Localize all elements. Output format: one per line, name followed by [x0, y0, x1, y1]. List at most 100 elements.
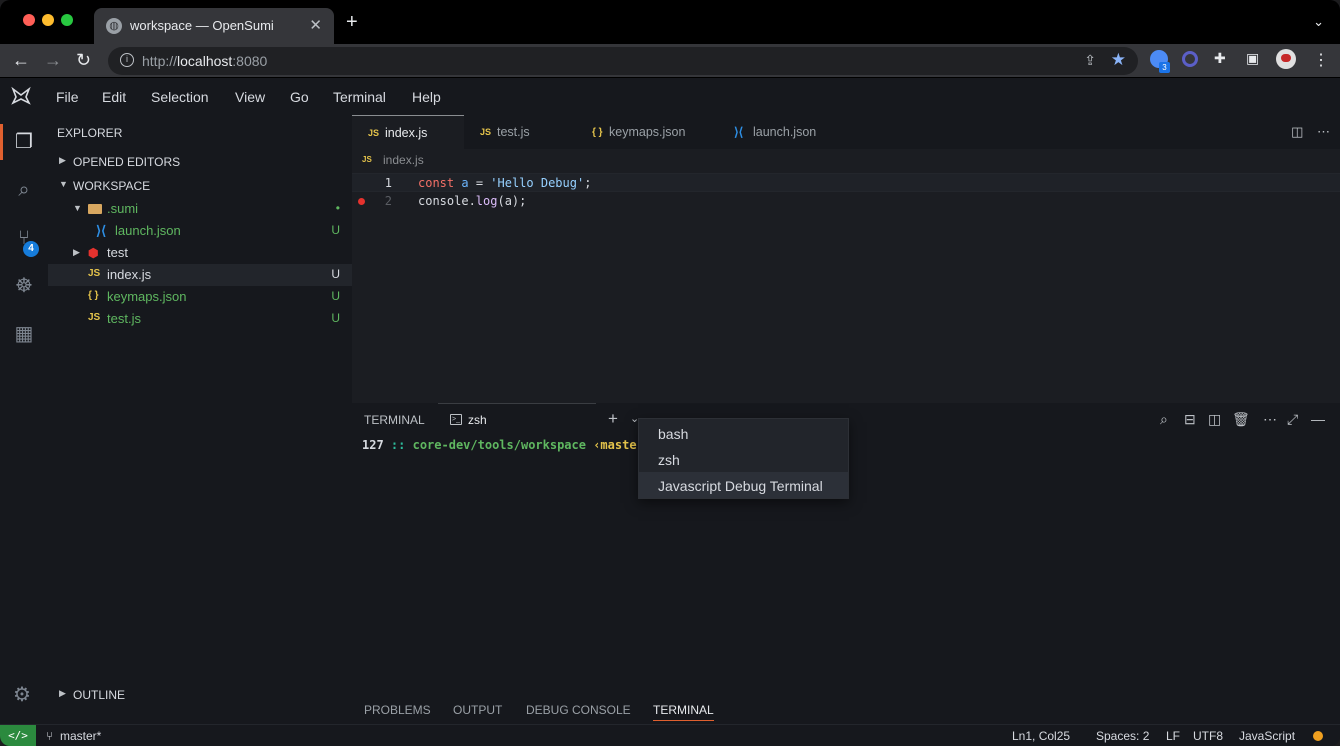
- active-indicator: [0, 124, 3, 160]
- status-bar: </> ⑂ master* Ln1, Col25 Spaces: 2 LF UT…: [0, 724, 1340, 746]
- tab-terminal[interactable]: TERMINAL: [653, 703, 714, 721]
- tab-debug-console[interactable]: DEBUG CONSOLE: [526, 703, 631, 717]
- new-tab-button[interactable]: +: [346, 12, 358, 32]
- code-text: const a = 'Hello Debug';: [418, 176, 591, 190]
- extension-ring-icon[interactable]: [1182, 51, 1198, 67]
- close-window-button[interactable]: [23, 14, 35, 26]
- site-info-icon[interactable]: i: [120, 53, 134, 67]
- more-actions-icon[interactable]: ⋯: [1263, 411, 1277, 428]
- side-panel-icon[interactable]: ▣: [1246, 50, 1259, 67]
- tree-file-launch-json[interactable]: ⟩⟨ launch.json U: [48, 220, 352, 242]
- clear-terminal-icon[interactable]: ⊟: [1184, 411, 1196, 428]
- share-icon[interactable]: ⇪: [1084, 52, 1096, 69]
- trash-icon[interactable]: 🗑: [1232, 411, 1250, 428]
- menu-edit[interactable]: Edit: [102, 89, 126, 105]
- remote-indicator[interactable]: </>: [0, 725, 36, 746]
- tab-index-js[interactable]: JS index.js: [352, 115, 464, 149]
- terminal-prompt[interactable]: 127 :: core-dev/tools/workspace ‹master›: [362, 438, 651, 452]
- bookmark-star-icon[interactable]: ★: [1111, 50, 1126, 70]
- tab-keymaps-json[interactable]: { } keymaps.json: [576, 115, 718, 149]
- encoding[interactable]: UTF8: [1193, 729, 1223, 743]
- debug-icon[interactable]: ☸: [12, 274, 36, 298]
- prompt-path: core-dev/tools/workspace: [412, 438, 586, 452]
- opened-editors-section[interactable]: ▶ OPENED EDITORS: [48, 151, 352, 173]
- workspace-label: WORKSPACE: [73, 179, 151, 193]
- split-editor-icon[interactable]: ◫: [1291, 124, 1303, 139]
- profile-avatar[interactable]: [1276, 49, 1296, 69]
- menu-help[interactable]: Help: [412, 89, 441, 105]
- browser-tab[interactable]: ◍ workspace — OpenSumi ✕: [94, 8, 334, 44]
- tree-file-index-js[interactable]: JS index.js U: [48, 264, 352, 286]
- tab-test-js[interactable]: JS test.js: [464, 115, 576, 149]
- tab-problems[interactable]: PROBLEMS: [364, 703, 431, 717]
- code-line[interactable]: 1 const a = 'Hello Debug';: [352, 173, 1340, 192]
- tab-close-icon[interactable]: ✕: [309, 16, 322, 34]
- tab-launch-json[interactable]: ⟩⟨ launch.json: [718, 115, 848, 149]
- chevron-right-icon: ▶: [59, 688, 66, 698]
- cursor-position[interactable]: Ln1, Col25: [1012, 729, 1070, 743]
- language-mode[interactable]: JavaScript: [1239, 729, 1295, 743]
- dropdown-item-zsh[interactable]: zsh: [639, 446, 848, 472]
- extensions-icon[interactable]: ▦: [12, 322, 36, 346]
- maximize-panel-icon[interactable]: ⤢: [1287, 411, 1298, 428]
- panel-title: TERMINAL: [364, 413, 425, 427]
- extension-badge: 3: [1159, 62, 1170, 73]
- back-button[interactable]: ←: [12, 50, 30, 70]
- terminal-icon: >_: [450, 414, 462, 425]
- browser-toolbar: ← → ↻ i http://localhost:8080 ⇪ ★ 3 ✚ ▣ …: [0, 44, 1340, 78]
- settings-gear-icon[interactable]: ⚙: [13, 682, 31, 707]
- tree-item-label: test: [107, 245, 128, 260]
- minimize-window-button[interactable]: [42, 14, 54, 26]
- extensions-puzzle-icon[interactable]: ✚: [1214, 50, 1226, 67]
- reload-button[interactable]: ↻: [76, 50, 91, 70]
- tree-file-keymaps-json[interactable]: { } keymaps.json U: [48, 286, 352, 308]
- indentation[interactable]: Spaces: 2: [1096, 729, 1149, 743]
- terminal-type-dropdown: bash zsh Javascript Debug Terminal: [638, 418, 849, 499]
- git-status: U: [331, 267, 340, 281]
- explorer-files-icon[interactable]: ❐: [12, 130, 36, 154]
- split-terminal-icon[interactable]: ◫: [1208, 411, 1221, 428]
- tab-output[interactable]: OUTPUT: [453, 703, 502, 717]
- minimize-panel-icon[interactable]: —: [1311, 411, 1325, 427]
- address-url[interactable]: http://localhost:8080: [142, 53, 267, 69]
- git-branch[interactable]: master*: [60, 729, 101, 743]
- dropdown-item-label: zsh: [658, 452, 680, 468]
- breadcrumb-item[interactable]: index.js: [383, 153, 424, 167]
- breakpoint-icon[interactable]: [358, 198, 365, 205]
- menu-selection[interactable]: Selection: [151, 89, 209, 105]
- notification-dot-icon[interactable]: [1313, 731, 1323, 741]
- dropdown-item-label: bash: [658, 426, 689, 442]
- git-status: •: [335, 201, 340, 215]
- tab-label: test.js: [497, 125, 530, 139]
- menu-terminal[interactable]: Terminal: [333, 89, 386, 105]
- terminal-tab-zsh[interactable]: >_ zsh: [438, 403, 596, 435]
- search-icon[interactable]: ⌕: [1160, 411, 1168, 428]
- function-token: log: [475, 194, 498, 208]
- chevron-down-icon: ▼: [73, 203, 82, 213]
- line-ending[interactable]: LF: [1166, 729, 1180, 743]
- forward-button[interactable]: →: [44, 50, 62, 70]
- git-status: U: [331, 223, 340, 237]
- outline-section[interactable]: ▶ OUTLINE: [48, 684, 352, 706]
- address-bar[interactable]: i http://localhost:8080 ⇪ ★: [108, 47, 1138, 75]
- menu-go[interactable]: Go: [290, 89, 309, 105]
- menubar: File Edit Selection View Go Terminal Hel…: [0, 79, 1340, 115]
- workspace-section[interactable]: ▼ WORKSPACE: [48, 175, 352, 197]
- dropdown-item-js-debug-terminal[interactable]: Javascript Debug Terminal: [639, 472, 848, 498]
- tree-file-test-js[interactable]: JS test.js U: [48, 308, 352, 330]
- menu-view[interactable]: View: [235, 89, 265, 105]
- more-actions-icon[interactable]: ⋯: [1317, 124, 1330, 139]
- browser-window: ◍ workspace — OpenSumi ✕ + ⌄ ← → ↻ i htt…: [0, 0, 1340, 746]
- menu-file[interactable]: File: [56, 89, 79, 105]
- tree-folder-sumi[interactable]: ▼ .sumi •: [48, 198, 352, 220]
- tab-search-chevron-icon[interactable]: ⌄: [1313, 14, 1324, 30]
- tree-folder-test[interactable]: ▶ ⬢ test: [48, 242, 352, 264]
- add-terminal-button[interactable]: +: [608, 409, 618, 429]
- dropdown-item-bash[interactable]: bash: [639, 420, 848, 446]
- code-line[interactable]: 2 console.log(a);: [352, 192, 1340, 211]
- browser-tab-strip: ◍ workspace — OpenSumi ✕ + ⌄: [0, 0, 1340, 44]
- chevron-right-icon: ▶: [73, 247, 80, 257]
- search-icon[interactable]: ⌕: [12, 178, 36, 202]
- maximize-window-button[interactable]: [61, 14, 73, 26]
- browser-menu-icon[interactable]: ⋮: [1313, 50, 1329, 70]
